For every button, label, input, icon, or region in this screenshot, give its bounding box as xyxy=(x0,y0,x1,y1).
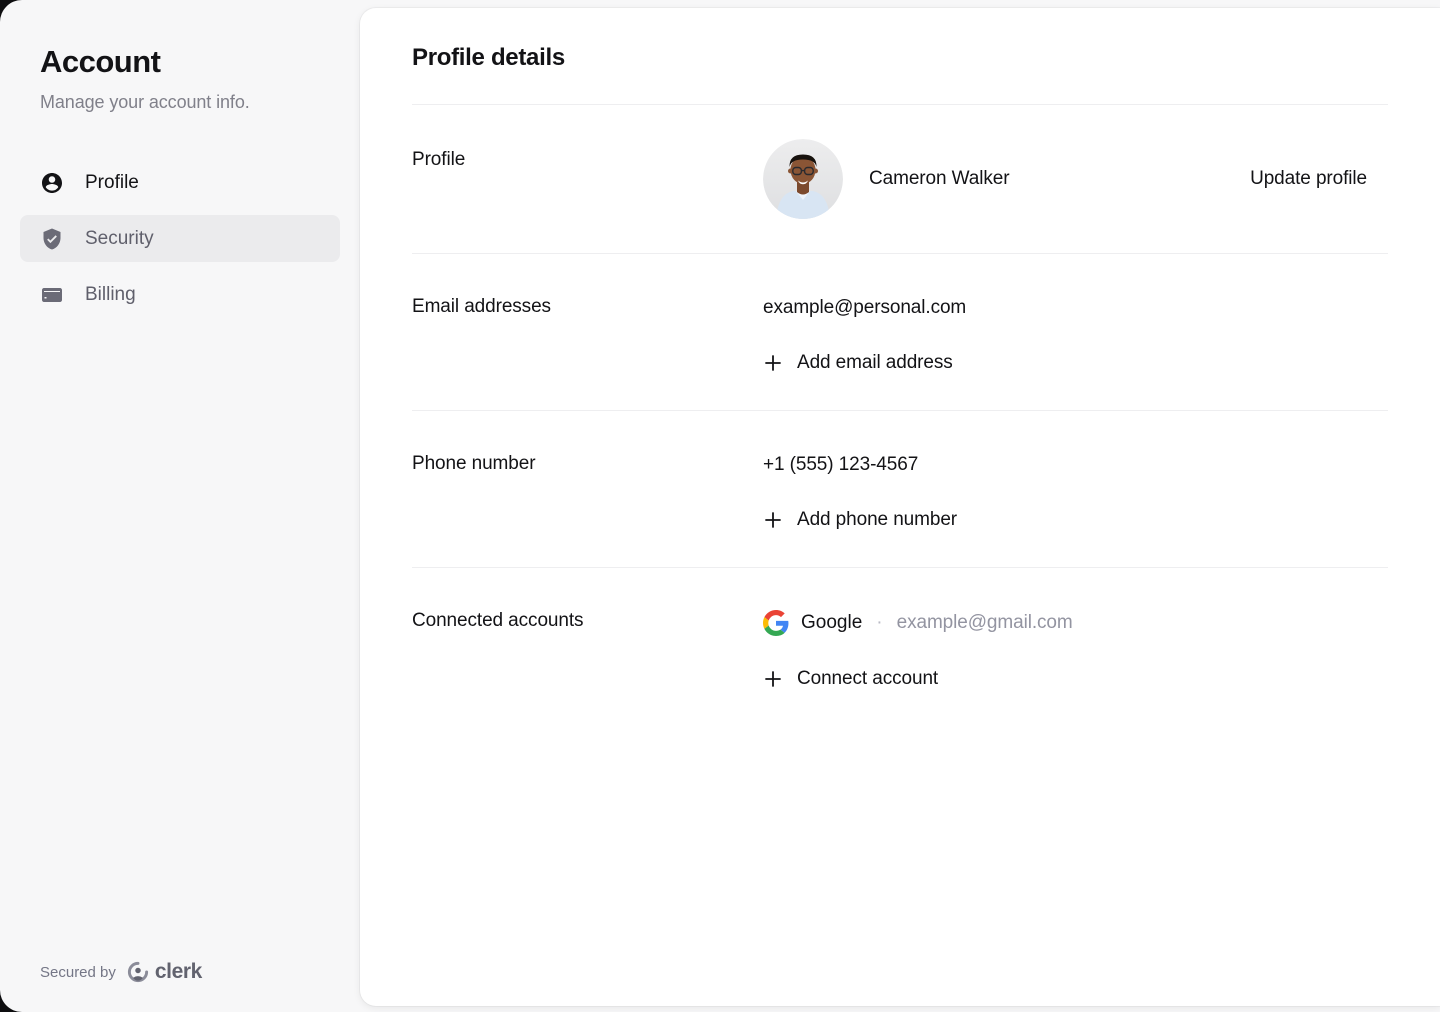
profile-row-label: Profile xyxy=(412,139,763,171)
sidebar-item-security[interactable]: Security xyxy=(20,215,340,262)
sidebar-item-label: Billing xyxy=(85,284,136,306)
sidebar-item-billing[interactable]: Billing xyxy=(20,271,340,318)
connected-row-label: Connected accounts xyxy=(412,610,763,632)
avatar xyxy=(763,139,843,219)
page-title: Profile details xyxy=(412,44,1388,72)
sidebar-item-label: Security xyxy=(85,228,154,250)
shield-check-icon xyxy=(40,227,64,251)
sidebar-title: Account xyxy=(40,44,320,80)
plus-icon xyxy=(763,353,783,373)
add-phone-button[interactable]: Add phone number xyxy=(763,509,957,531)
provider-name: Google xyxy=(801,610,862,636)
sidebar-nav: Profile Security Billing xyxy=(40,159,320,318)
phone-number-row: Phone number +1 (555) 123-4567 Add phone… xyxy=(412,411,1388,568)
sidebar-item-profile[interactable]: Profile xyxy=(20,159,340,206)
plus-icon xyxy=(763,669,783,689)
add-email-label: Add email address xyxy=(797,352,953,374)
profile-identity: Cameron Walker xyxy=(763,139,1250,219)
clerk-wordmark: clerk xyxy=(155,960,202,984)
connect-account-label: Connect account xyxy=(797,668,938,690)
profile-details-card: Profile details Profile xyxy=(360,8,1440,1006)
google-icon xyxy=(763,610,789,636)
credit-card-icon xyxy=(40,283,64,307)
profile-row: Profile xyxy=(412,105,1388,254)
sidebar-item-label: Profile xyxy=(85,172,139,194)
account-modal: Account Manage your account info. Profil… xyxy=(0,0,1440,1012)
update-profile-button[interactable]: Update profile xyxy=(1250,158,1388,200)
sidebar-subtitle: Manage your account info. xyxy=(40,92,320,113)
email-row-label: Email addresses xyxy=(412,296,763,318)
clerk-mark-icon xyxy=(127,961,149,983)
dot-separator: · xyxy=(874,610,884,636)
sidebar: Account Manage your account info. Profil… xyxy=(0,0,360,1012)
plus-icon xyxy=(763,510,783,530)
add-phone-label: Add phone number xyxy=(797,509,957,531)
email-addresses-row: Email addresses example@personal.com Add… xyxy=(412,254,1388,411)
connected-email-value: example@gmail.com xyxy=(897,610,1073,636)
user-name: Cameron Walker xyxy=(869,168,1009,190)
secured-by-clerk: Secured by clerk xyxy=(40,960,202,984)
phone-row-label: Phone number xyxy=(412,453,763,475)
phone-value: +1 (555) 123-4567 xyxy=(763,453,918,477)
user-circle-icon xyxy=(40,171,64,195)
google-account-item: Google · example@gmail.com xyxy=(763,610,1073,636)
secured-by-label: Secured by xyxy=(40,964,116,981)
add-email-button[interactable]: Add email address xyxy=(763,352,953,374)
email-value: example@personal.com xyxy=(763,296,966,320)
connected-accounts-row: Connected accounts Google · example@gmai… xyxy=(412,568,1388,726)
connect-account-button[interactable]: Connect account xyxy=(763,668,938,690)
clerk-logo: clerk xyxy=(127,960,202,984)
